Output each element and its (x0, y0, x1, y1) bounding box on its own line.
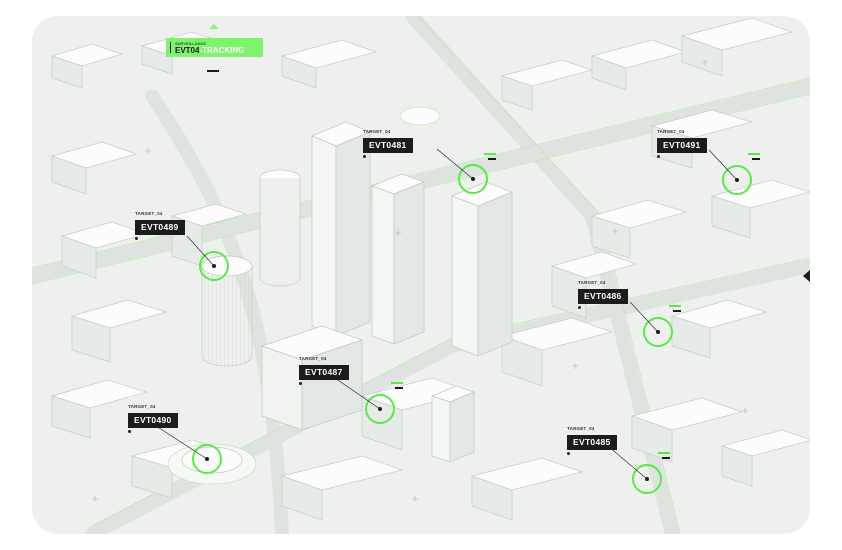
pointer-dot (128, 430, 131, 433)
pointer-dot (135, 237, 138, 240)
target-id: EVT0491 (657, 138, 707, 153)
target-label-evt0485[interactable]: TARGET_04 EVT0485 (567, 426, 617, 455)
target-category: TARGET_04 (299, 356, 327, 361)
pointer-dot (299, 382, 302, 385)
header-bar (170, 42, 171, 53)
pointer-dot (578, 306, 581, 309)
target-label-evt0489[interactable]: TARGET_04 EVT0489 (135, 211, 185, 240)
target-label-evt0490[interactable]: TARGET_04 EVT0490 (128, 404, 178, 433)
target-category: TARGET_04 (578, 280, 606, 285)
target-category: TARGET_04 (567, 426, 595, 431)
header-title: EVT04-TRACKING (175, 46, 244, 55)
caret-up-icon[interactable] (209, 24, 219, 29)
pointer-dot (657, 155, 660, 158)
target-category: TARGET_04 (657, 129, 685, 134)
pointer-dot (567, 452, 570, 455)
buildings-low (50, 17, 810, 521)
target-label-evt0481[interactable]: TARGET_04 EVT0481 (363, 129, 413, 158)
target-id: EVT0490 (128, 413, 178, 428)
target-label-evt0487[interactable]: TARGET_04 EVT0487 (299, 356, 349, 385)
event-id: EVT04 (175, 46, 200, 55)
pointer-dot (363, 155, 366, 158)
target-category: TARGET_04 (135, 211, 163, 216)
target-id: EVT0489 (135, 220, 185, 235)
target-category: TARGET_04 (363, 129, 391, 134)
target-id: EVT0487 (299, 365, 349, 380)
target-id: EVT0481 (363, 138, 413, 153)
header-divider (207, 70, 219, 72)
target-label-evt0491[interactable]: TARGET_04 EVT0491 (657, 129, 707, 158)
tracking-status: -TRACKING (199, 46, 245, 55)
target-category: TARGET_04 (128, 404, 156, 409)
target-id: EVT0485 (567, 435, 617, 450)
city-3d-map[interactable] (32, 16, 810, 534)
tracking-header-badge[interactable]: SURVEILLANCE EVT04-TRACKING (166, 38, 263, 57)
target-label-evt0486[interactable]: TARGET_04 EVT0486 (578, 280, 628, 309)
target-id: EVT0486 (578, 289, 628, 304)
caret-left-icon[interactable] (803, 270, 810, 282)
map-viewport[interactable]: TARGET_04 EVT0481 TARGET_04 EVT0491 TARG… (32, 16, 810, 534)
